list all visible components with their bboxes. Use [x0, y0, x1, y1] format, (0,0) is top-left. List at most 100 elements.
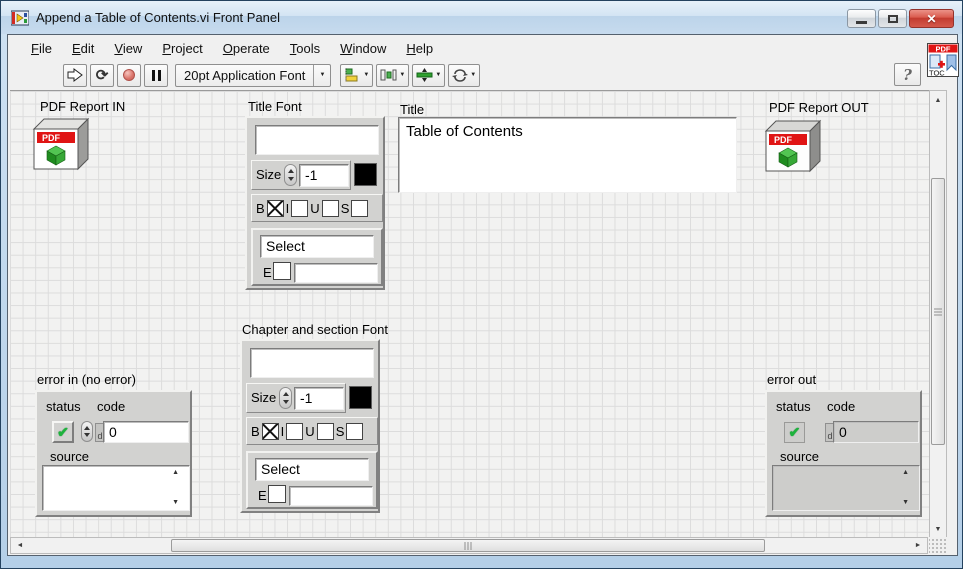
horizontal-scrollbar[interactable]: ◄ ► — [10, 537, 928, 554]
maximize-button[interactable] — [878, 9, 907, 28]
bold-checkbox[interactable] — [262, 423, 279, 440]
close-button[interactable]: ✕ — [909, 9, 954, 28]
thumb-grip — [465, 542, 472, 550]
minimize-button[interactable] — [847, 9, 876, 28]
toolbar: ⟳ 20pt Application Font ▼ ▼ — [8, 61, 957, 89]
underline-label: U — [310, 201, 319, 216]
pause-button[interactable] — [144, 64, 168, 87]
font-selector-arrow[interactable]: ▼ — [313, 65, 330, 86]
size-value-field[interactable]: -1 — [299, 164, 349, 187]
chevron-down-icon: ▼ — [363, 72, 369, 78]
scroll-right-button[interactable]: ► — [911, 538, 925, 553]
menu-tools[interactable]: Tools — [280, 37, 330, 60]
size-label: Size — [256, 167, 281, 182]
chapter-font-name-field[interactable] — [250, 348, 374, 378]
chapter-font-style-panel: B I U S — [246, 417, 378, 445]
check-icon: ✔ — [57, 424, 69, 441]
font-selector[interactable]: 20pt Application Font ▼ — [175, 64, 331, 87]
align-objects-button[interactable]: ▼ — [340, 64, 373, 87]
menu-edit[interactable]: Edit — [62, 37, 104, 60]
run-button[interactable] — [63, 64, 87, 87]
font-color-box[interactable] — [349, 386, 372, 409]
status-checkbox[interactable]: ✔ — [52, 421, 74, 443]
vertical-scrollbar-thumb[interactable] — [931, 178, 945, 445]
resize-grip[interactable] — [929, 537, 947, 554]
abort-button[interactable] — [117, 64, 141, 87]
scroll-down-icon[interactable]: ▼ — [902, 499, 909, 506]
chevron-down-icon: ▼ — [470, 72, 476, 78]
code-value-field[interactable]: 0 — [103, 421, 189, 443]
title-font-name-field[interactable] — [255, 125, 379, 155]
align-objects-icon — [344, 68, 361, 82]
size-spinner[interactable] — [284, 164, 297, 186]
pdf-report-out-label: PDF Report OUT — [769, 100, 869, 115]
front-panel-grid: PDF Report IN PDF Title Font Size — [10, 90, 931, 539]
menu-window[interactable]: Window — [330, 37, 396, 60]
abort-icon — [123, 69, 135, 81]
scroll-down-icon[interactable]: ▼ — [172, 499, 179, 506]
strikeout-checkbox[interactable] — [351, 200, 368, 217]
status-indicator: ✔ — [784, 422, 805, 443]
font-select-dropdown[interactable]: Select — [255, 458, 369, 481]
vertical-scrollbar[interactable]: ▲ ▼ — [929, 90, 947, 539]
chapter-font-cluster: Size -1 B I U S — [240, 339, 380, 513]
bold-label: B — [256, 201, 265, 216]
scroll-down-button[interactable]: ▼ — [930, 522, 946, 536]
chapter-font-subcluster: Select E — [246, 451, 378, 509]
menu-help[interactable]: Help — [396, 37, 443, 60]
chapter-font-size-panel: Size -1 — [246, 383, 346, 413]
e-checkbox[interactable] — [268, 485, 286, 503]
run-continuously-button[interactable]: ⟳ — [90, 64, 114, 87]
bold-checkbox[interactable] — [267, 200, 284, 217]
title-font-subcluster: Select E — [251, 228, 383, 286]
strikeout-checkbox[interactable] — [346, 423, 363, 440]
font-color-box[interactable] — [354, 163, 377, 186]
underline-checkbox[interactable] — [317, 423, 334, 440]
distribute-objects-button[interactable]: ▼ — [376, 64, 409, 87]
title-font-size-panel: Size -1 — [251, 160, 351, 190]
pdf-report-in-label: PDF Report IN — [40, 99, 125, 114]
source-label: source — [780, 449, 819, 464]
underline-checkbox[interactable] — [322, 200, 339, 217]
titlebar: Append a Table of Contents.vi Front Pane… — [1, 1, 962, 34]
code-label: code — [827, 399, 855, 414]
e-value-field[interactable] — [294, 263, 378, 283]
check-icon: ✔ — [789, 424, 801, 441]
thumb-grip — [934, 308, 942, 315]
scroll-left-button[interactable]: ◄ — [13, 538, 27, 553]
e-checkbox[interactable] — [273, 262, 291, 280]
vi-icon-pdf-toc[interactable]: PDF TOC — [927, 43, 959, 77]
menu-file[interactable]: File — [21, 37, 62, 60]
bold-label: B — [251, 424, 260, 439]
source-field[interactable] — [42, 465, 190, 511]
size-value-field[interactable]: -1 — [294, 387, 344, 410]
scroll-up-button[interactable]: ▲ — [930, 93, 946, 107]
pdf-report-in-control[interactable]: PDF — [30, 115, 90, 171]
code-spinner[interactable] — [81, 421, 93, 442]
scroll-up-icon[interactable]: ▲ — [172, 469, 179, 476]
menu-view[interactable]: View — [104, 37, 152, 60]
size-label: Size — [251, 390, 276, 405]
menu-project[interactable]: Project — [152, 37, 212, 60]
svg-text:PDF: PDF — [42, 133, 61, 143]
error-out-label: error out — [767, 372, 816, 387]
horizontal-scrollbar-thumb[interactable] — [171, 539, 765, 552]
resize-objects-button[interactable]: ▼ — [412, 64, 445, 87]
svg-text:PDF: PDF — [774, 135, 793, 145]
scroll-up-icon[interactable]: ▲ — [902, 469, 909, 476]
distribute-objects-icon — [380, 68, 397, 82]
menu-operate[interactable]: Operate — [213, 37, 280, 60]
title-font-cluster: Size -1 B I U S — [245, 116, 385, 290]
context-help-button[interactable]: ? — [894, 63, 921, 86]
reorder-objects-button[interactable]: ▼ — [448, 64, 480, 87]
e-value-field[interactable] — [289, 486, 373, 506]
title-string-control[interactable]: Table of Contents — [398, 117, 737, 193]
chevron-down-icon: ▼ — [399, 72, 405, 78]
italic-checkbox[interactable] — [286, 423, 303, 440]
minimize-icon — [856, 21, 867, 24]
pdf-report-out-indicator: PDF — [762, 117, 822, 173]
italic-checkbox[interactable] — [291, 200, 308, 217]
font-select-dropdown[interactable]: Select — [260, 235, 374, 258]
size-spinner[interactable] — [279, 387, 292, 409]
svg-text:TOC: TOC — [929, 69, 945, 78]
